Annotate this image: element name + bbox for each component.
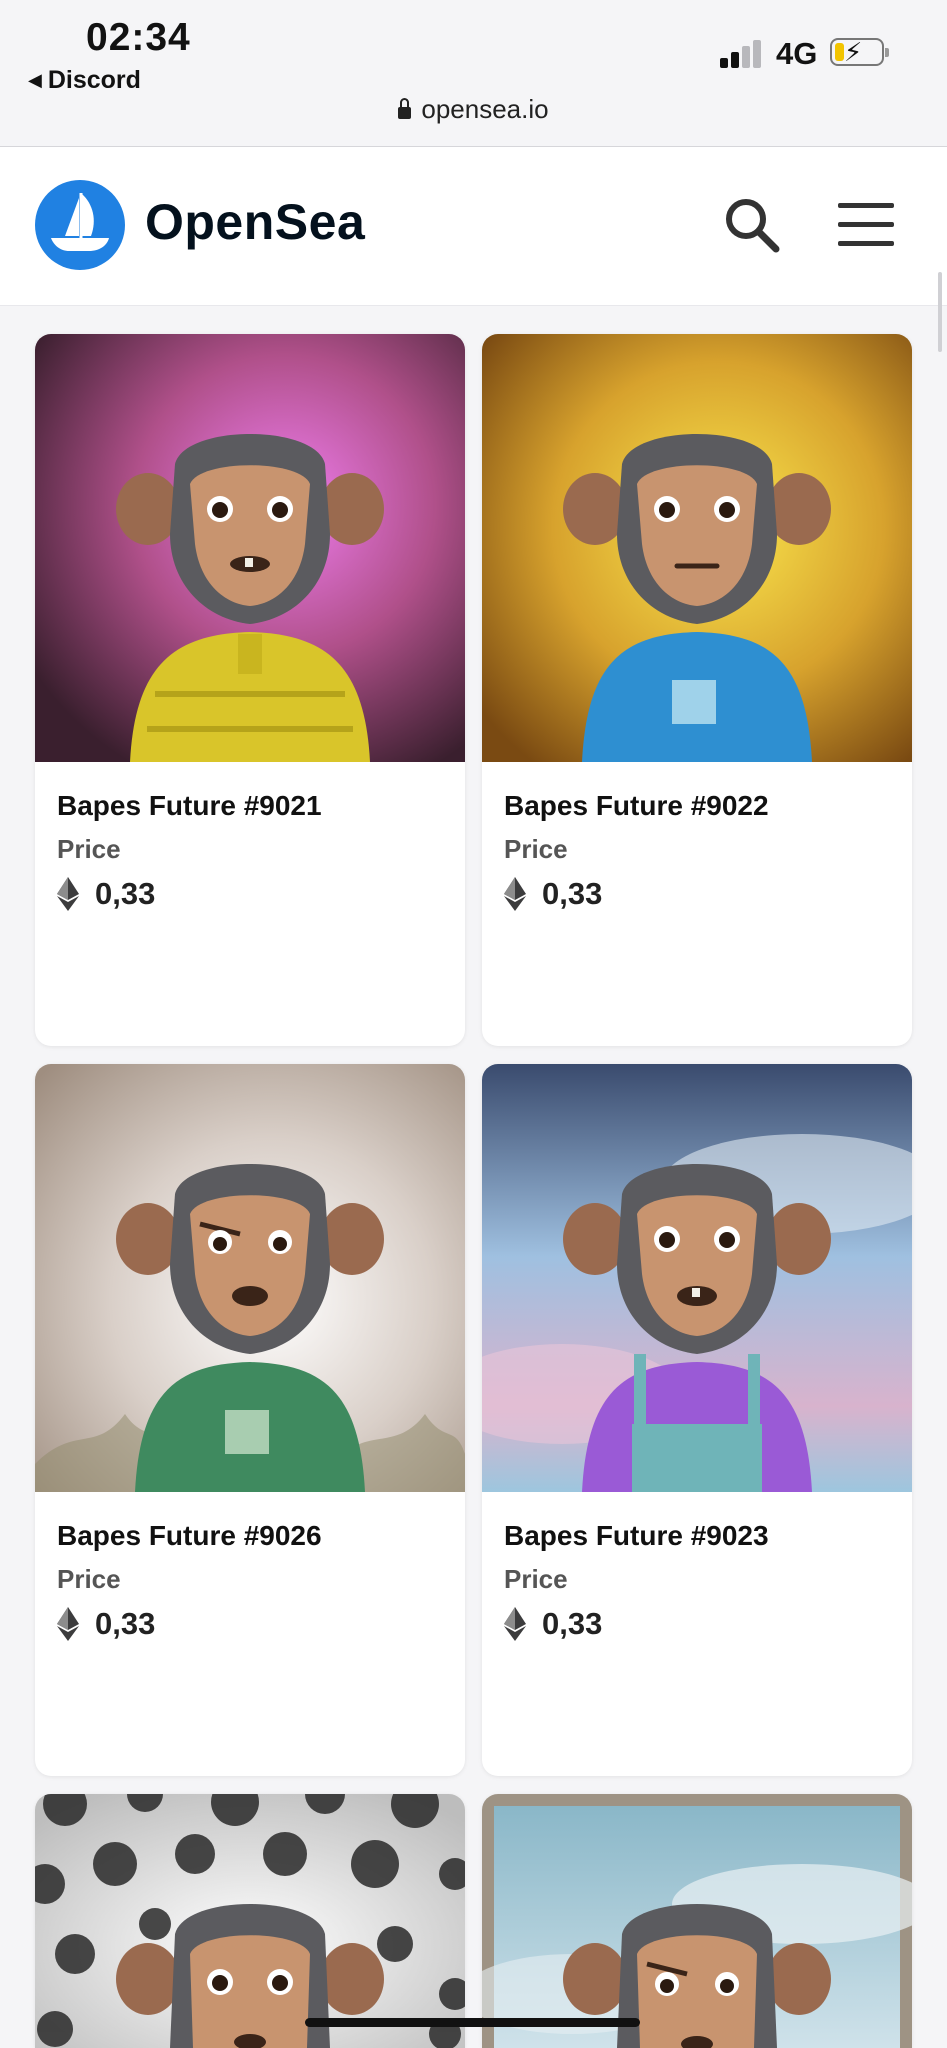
url-text: opensea.io bbox=[421, 94, 549, 124]
nft-card[interactable]: Bapes Future #9023 Price 0,33 bbox=[482, 1064, 912, 1776]
nft-price: 0,33 bbox=[542, 876, 603, 911]
nft-title[interactable]: Bapes Future #9023 bbox=[504, 1520, 769, 1552]
cellular-signal-icon bbox=[720, 40, 764, 68]
price-label: Price bbox=[57, 1564, 121, 1594]
nft-card[interactable] bbox=[35, 1794, 465, 2048]
battery-charging-icon: ⚡ bbox=[830, 38, 889, 66]
search-icon[interactable] bbox=[722, 195, 782, 255]
nft-image[interactable] bbox=[482, 1794, 912, 2048]
address-bar[interactable]: opensea.io bbox=[0, 94, 947, 125]
nft-price: 0,33 bbox=[95, 876, 156, 911]
price-label: Price bbox=[504, 1564, 568, 1594]
site-header: OpenSea bbox=[0, 147, 947, 306]
nft-card[interactable]: Bapes Future #9021 Price 0,33 bbox=[35, 334, 465, 1046]
nft-card[interactable]: Bapes Future #9026 Price 0,33 bbox=[35, 1064, 465, 1776]
opensea-boat-icon[interactable] bbox=[35, 180, 125, 270]
nft-image[interactable] bbox=[482, 334, 912, 762]
home-indicator[interactable] bbox=[305, 2018, 640, 2027]
nft-price: 0,33 bbox=[95, 1606, 156, 1641]
lock-icon bbox=[398, 97, 412, 119]
nft-title[interactable]: Bapes Future #9021 bbox=[57, 790, 322, 822]
back-app-label: Discord bbox=[47, 66, 141, 94]
ethereum-icon bbox=[504, 877, 526, 911]
nft-image[interactable] bbox=[35, 1794, 465, 2048]
back-to-app-button[interactable]: ◀ Discord bbox=[28, 66, 141, 95]
nft-image[interactable] bbox=[35, 334, 465, 762]
ethereum-icon bbox=[504, 1607, 526, 1641]
hamburger-menu-icon[interactable] bbox=[838, 203, 894, 247]
network-type: 4G bbox=[776, 36, 818, 71]
brand-name[interactable]: OpenSea bbox=[145, 193, 365, 251]
price-label: Price bbox=[504, 834, 568, 864]
status-bar: 02:34 ◀ Discord 4G ⚡ opensea.io bbox=[0, 0, 947, 147]
ethereum-icon bbox=[57, 877, 79, 911]
back-triangle-icon: ◀ bbox=[28, 70, 42, 90]
nft-title[interactable]: Bapes Future #9022 bbox=[504, 790, 769, 822]
nft-image[interactable] bbox=[482, 1064, 912, 1492]
price-label: Price bbox=[57, 834, 121, 864]
nft-price: 0,33 bbox=[542, 1606, 603, 1641]
ethereum-icon bbox=[57, 1607, 79, 1641]
nft-card[interactable]: Bapes Future #9022 Price 0,33 bbox=[482, 334, 912, 1046]
status-time: 02:34 bbox=[86, 16, 191, 59]
nft-image[interactable] bbox=[35, 1064, 465, 1492]
nft-card[interactable] bbox=[482, 1794, 912, 2048]
scrollbar[interactable] bbox=[938, 272, 942, 352]
nft-title[interactable]: Bapes Future #9026 bbox=[57, 1520, 322, 1552]
